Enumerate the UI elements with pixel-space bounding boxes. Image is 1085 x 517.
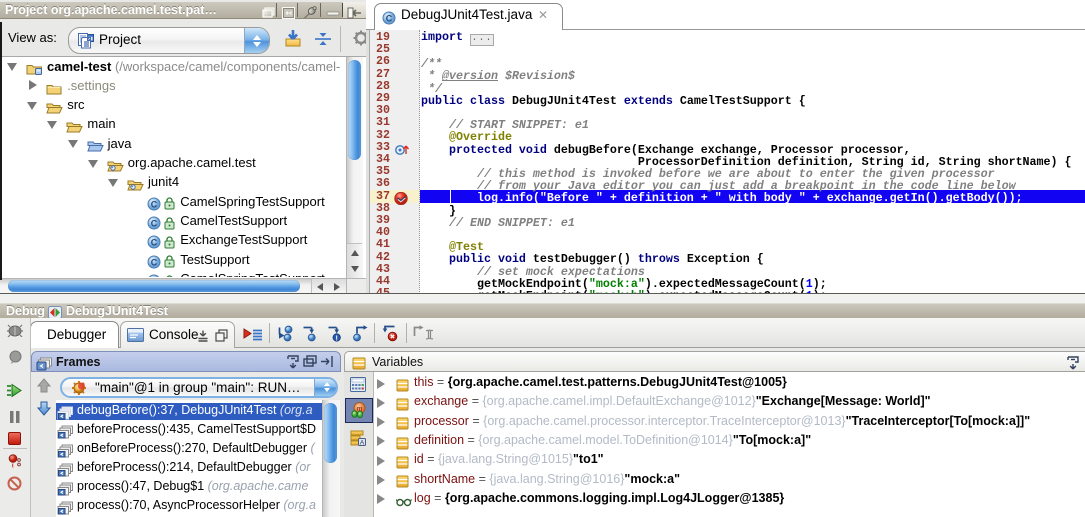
svg-text:C: C	[386, 13, 393, 23]
svg-text:C: C	[151, 257, 158, 267]
svg-text:C: C	[151, 238, 158, 248]
svg-text:!: !	[336, 335, 338, 342]
svg-text:C: C	[151, 199, 158, 209]
svg-text:C: C	[151, 219, 158, 229]
svg-text:A: A	[360, 439, 365, 446]
